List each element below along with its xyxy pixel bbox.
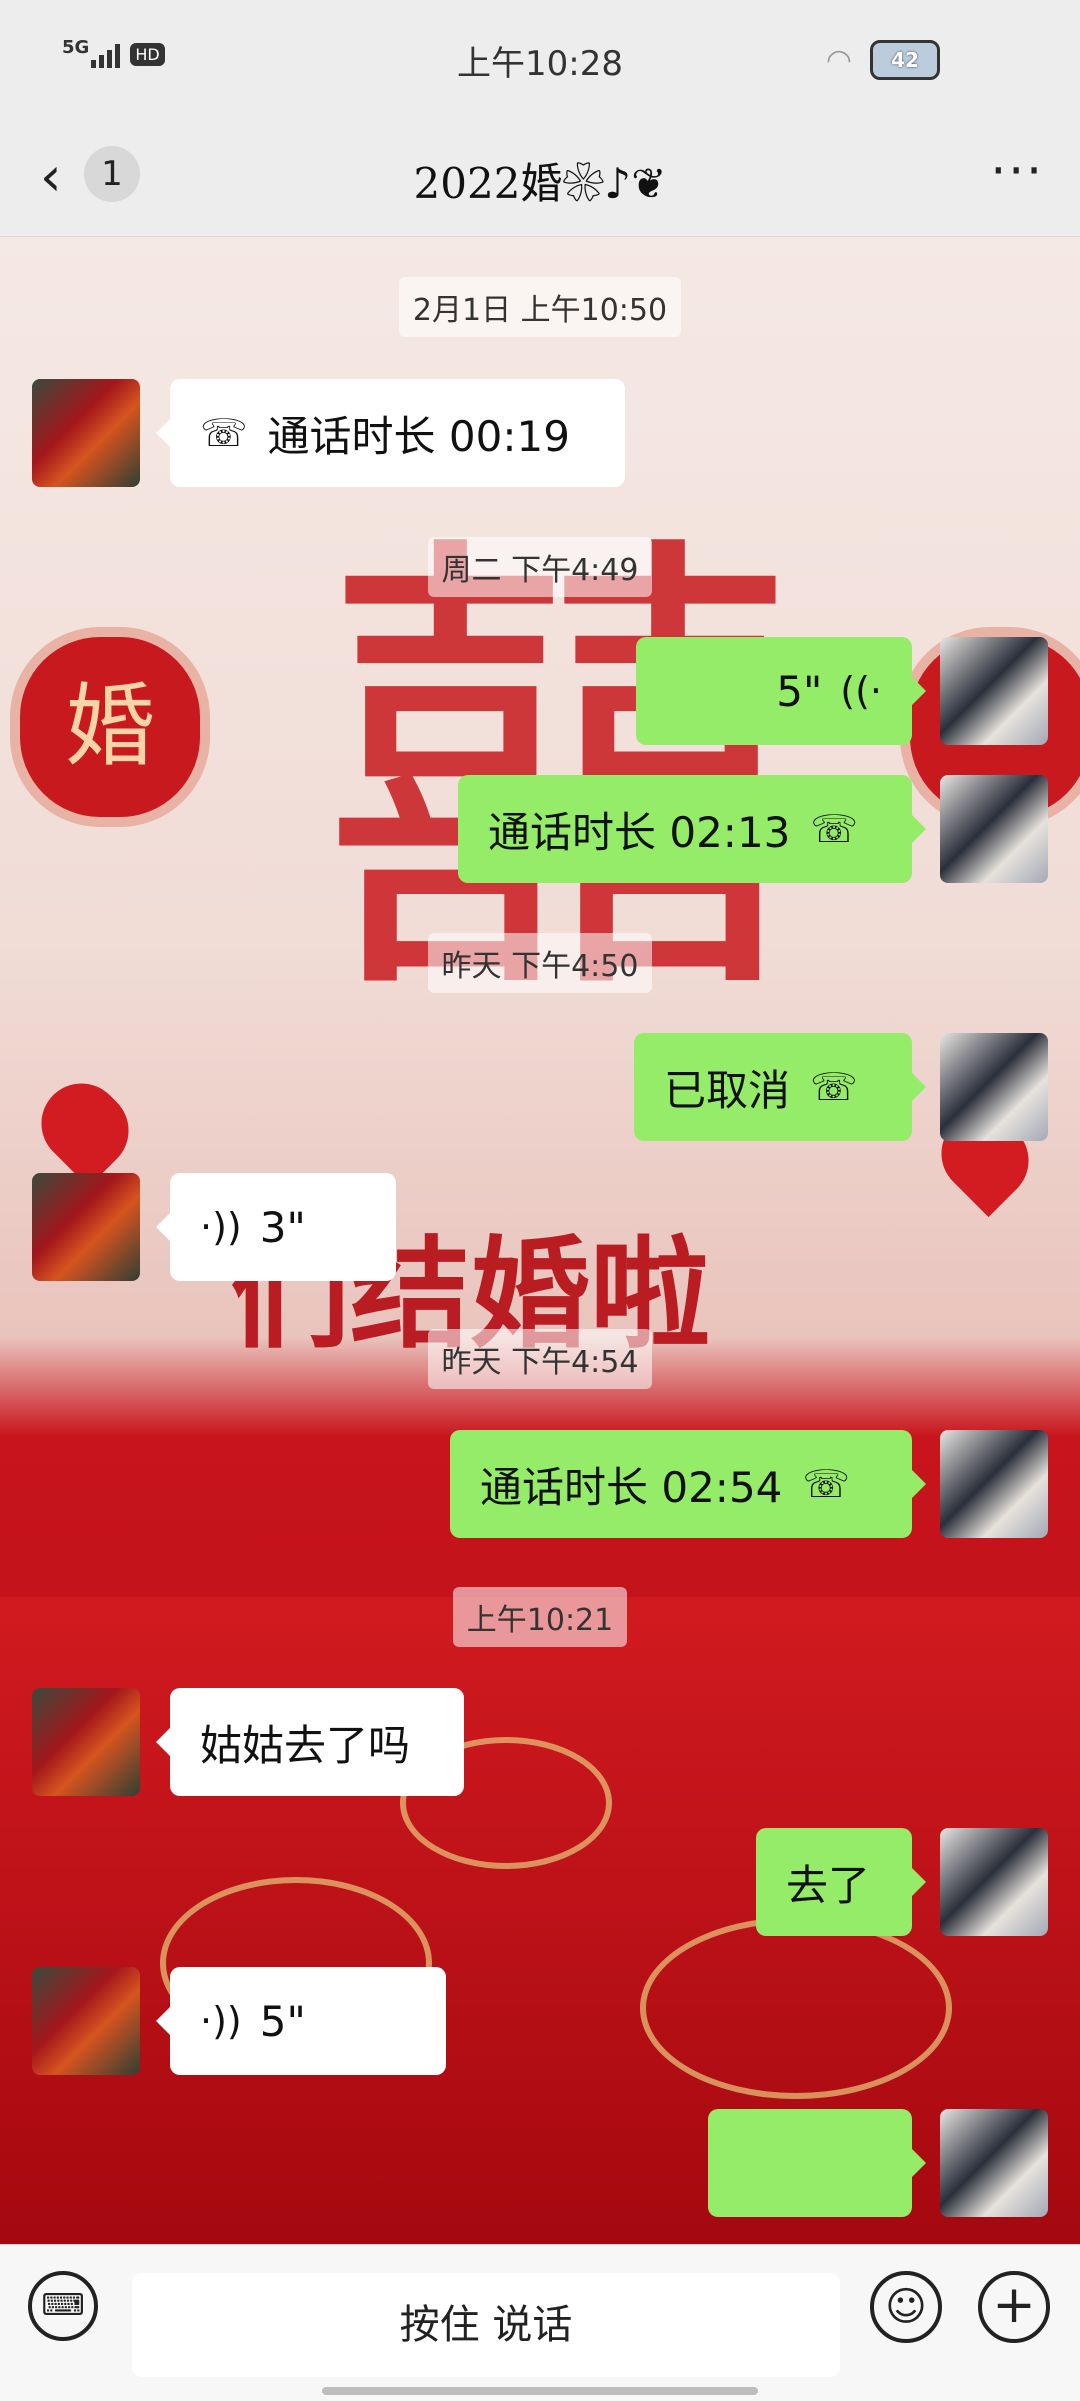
emoji-icon[interactable]: ☺ [870,2271,942,2343]
call-message[interactable]: 通话时长 02:54 ☏ [450,1430,926,1538]
text-message[interactable] [708,2109,926,2217]
input-bar: ⌨ 按住 说话 ☺ + [0,2244,1080,2401]
more-icon[interactable]: ··· [990,142,1044,200]
voice-message[interactable]: 5" ((· [636,637,926,745]
lantern-character: 婚 [65,674,155,779]
avatar-self[interactable] [940,2109,1048,2217]
text-message[interactable]: 去了 [756,1828,926,1936]
voice-duration: 3" [259,1202,306,1252]
avatar-contact[interactable] [32,1688,140,1796]
avatar-contact[interactable] [32,1173,140,1281]
voice-message[interactable]: ·)) 3" [156,1173,396,1281]
background-heart [24,1066,146,1188]
battery-icon: 42 [870,40,940,80]
avatar-self[interactable] [940,1828,1048,1936]
voice-duration: 5" [259,1996,306,2046]
avatar-self[interactable] [940,1033,1048,1141]
wifi-icon: ◠ [825,42,852,78]
voice-icon: ·)) [200,1205,242,1249]
text-message[interactable]: 姑姑去了吗 [156,1688,464,1796]
avatar-self[interactable] [940,1430,1048,1538]
voice-icon: ((· [840,669,882,713]
background-lantern-left: 婚 [10,627,210,827]
avatar-self[interactable] [940,637,1048,745]
chat-title: 2022婚❀♪❦ [413,159,667,208]
plus-icon[interactable]: + [978,2271,1050,2343]
background-ornament [640,1917,952,2099]
phone-icon: ☏ [802,1462,850,1506]
timestamp: 昨天 下午4:50 [0,933,1080,993]
avatar-self[interactable] [940,775,1048,883]
timestamp: 2月1日 上午10:50 [0,277,1080,337]
voice-icon: ·)) [200,1999,242,2043]
phone-icon: ☏ [810,807,858,851]
message-text: 姑姑去了吗 [200,1720,411,1770]
battery-level: 42 [891,48,919,72]
background-bed [0,1597,1080,2244]
chat-header: ‹ 1 2022婚❀♪❦ ··· [0,120,1080,237]
chat-area[interactable]: 囍 婚 们结婚啦 2月1日 上午10:50 ☏ 通话时长 00:19 周二 下午… [0,237,1080,2244]
status-bar: 5G HD 上午10:28 ◠ 42 [0,0,1080,120]
home-indicator[interactable] [322,2387,758,2395]
call-duration: 通话时长 02:54 [480,1462,783,1512]
call-message[interactable]: ☏ 通话时长 00:19 [156,379,625,487]
avatar-contact[interactable] [32,1967,140,2075]
timestamp: 周二 下午4:49 [0,537,1080,597]
phone-icon: ☏ [200,411,248,455]
avatar-contact[interactable] [32,379,140,487]
hold-to-talk-button[interactable]: 按住 说话 [132,2273,840,2377]
keyboard-icon[interactable]: ⌨ [28,2271,98,2341]
call-message[interactable]: 通话时长 02:13 ☏ [458,775,926,883]
call-message[interactable]: 已取消 ☏ [634,1033,926,1141]
phone-icon: ☏ [810,1065,858,1109]
call-duration: 通话时长 00:19 [267,411,570,461]
timestamp: 上午10:21 [0,1587,1080,1647]
voice-message[interactable]: ·)) 5" [156,1967,446,2075]
call-duration: 通话时长 02:13 [488,807,791,857]
message-text: 去了 [786,1860,871,1910]
voice-duration: 5" [776,666,823,716]
timestamp: 昨天 下午4:54 [0,1329,1080,1389]
status-right: ◠ 42 [826,40,940,80]
call-status: 已取消 [664,1065,791,1115]
